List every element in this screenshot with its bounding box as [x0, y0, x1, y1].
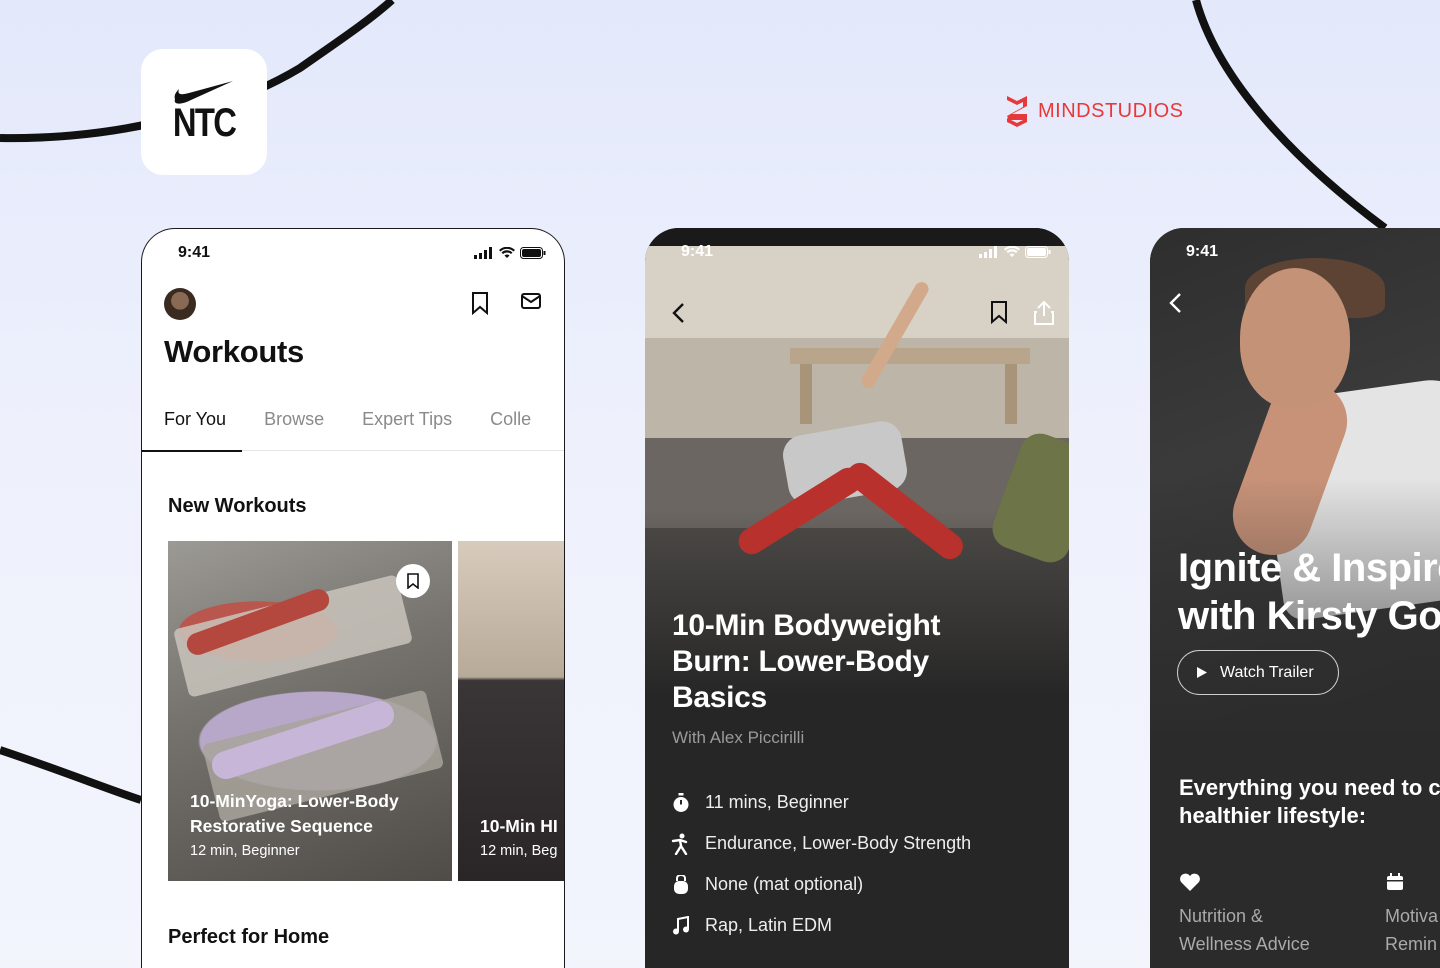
tab-browse[interactable]: Browse	[264, 405, 324, 451]
workout-card[interactable]: 10-MinYoga: Lower-Body Restorative Seque…	[168, 541, 452, 881]
signal-icon	[979, 246, 997, 258]
detail-focus: Endurance, Lower-Body Strength	[670, 823, 971, 864]
top-nav	[671, 300, 1055, 326]
tab-collections[interactable]: Colle	[490, 405, 531, 451]
watch-trailer-button[interactable]: Watch Trailer	[1177, 650, 1339, 695]
status-bar: 9:41	[1186, 243, 1218, 261]
page-title: Workouts	[164, 334, 304, 369]
wifi-icon	[1004, 246, 1020, 257]
detail-text: 11 mins, Beginner	[705, 792, 849, 812]
feature-nutrition: Nutrition & Wellness Advice	[1179, 872, 1310, 958]
battery-icon	[1025, 246, 1051, 258]
heart-icon	[1179, 872, 1310, 898]
ntc-logo-text: NTC	[172, 100, 237, 145]
detail-music: Rap, Latin EDM	[670, 905, 971, 946]
wifi-icon	[499, 247, 515, 258]
section-new-workouts: New Workouts	[168, 495, 307, 517]
tab-bar: For You Browse Expert Tips Colle	[142, 405, 564, 452]
battery-icon	[520, 247, 546, 259]
bookmark-icon	[407, 573, 419, 589]
music-note-icon	[670, 915, 692, 937]
signal-icon	[474, 247, 492, 259]
bookmark-icon[interactable]	[989, 300, 1009, 324]
detail-duration: 11 mins, Beginner	[670, 782, 971, 823]
watch-trailer-label: Watch Trailer	[1220, 663, 1314, 681]
calendar-icon	[1385, 872, 1438, 898]
status-bar: 9:41	[178, 244, 546, 262]
play-icon	[1197, 667, 1207, 678]
section-perfect-for-home: Perfect for Home	[168, 926, 330, 948]
inbox-icon[interactable]	[520, 291, 542, 311]
program-screen: 9:41 Ignite & Inspire with Kirsty Go Wat…	[1150, 228, 1440, 968]
workout-details-list: 11 mins, Beginner Endurance, Lower-Body …	[670, 782, 971, 946]
tab-for-you[interactable]: For You	[142, 405, 243, 452]
mindstudios-mark-icon	[1007, 96, 1027, 127]
card-meta: 12 min, Beginner	[190, 843, 300, 859]
benefits-heading: Everything you need to c healthier lifes…	[1179, 775, 1440, 828]
status-icons	[474, 247, 546, 259]
back-arrow-icon[interactable]	[1168, 292, 1182, 314]
status-time: 9:41	[1186, 243, 1219, 260]
program-title: Ignite & Inspire with Kirsty Go	[1178, 544, 1440, 640]
back-arrow-icon[interactable]	[671, 302, 685, 324]
card-title: 10-MinYoga: Lower-Body Restorative Seque…	[190, 791, 399, 836]
feature-motivation: Motiva Remin	[1385, 872, 1438, 958]
top-actions	[470, 291, 542, 315]
workouts-screen: 9:41 Workouts For You Browse Expert Tips…	[141, 228, 565, 968]
coach-name: With Alex Piccirilli	[672, 728, 805, 747]
card-meta: 12 min, Beg	[480, 843, 558, 859]
bookmark-icon[interactable]	[470, 291, 490, 315]
program-title-line: with Kirsty Go	[1178, 594, 1440, 638]
card-caption: 10-Min HI 12 min, Beg	[480, 814, 564, 859]
avatar[interactable]	[164, 288, 196, 320]
mindstudios-text: MINDSTUDIOS	[1038, 99, 1184, 122]
stopwatch-icon	[670, 792, 692, 814]
mindstudios-logo: MINDSTUDIOS	[1004, 94, 1184, 128]
detail-text: Endurance, Lower-Body Strength	[705, 833, 972, 853]
card-caption: 10-MinYoga: Lower-Body Restorative Seque…	[190, 789, 434, 859]
status-icons	[979, 246, 1051, 258]
card-title: 10-Min HI	[480, 816, 558, 836]
status-bar: 9:41	[681, 243, 1051, 261]
kettlebell-icon	[670, 874, 692, 896]
tab-expert-tips[interactable]: Expert Tips	[362, 405, 452, 451]
detail-text: Rap, Latin EDM	[705, 915, 833, 935]
workout-detail-screen: 9:41 10-Min Bodyweight Burn: Lower-Body …	[645, 228, 1069, 968]
detail-text: None (mat optional)	[705, 874, 864, 894]
program-title-line: Ignite & Inspire	[1178, 546, 1440, 590]
share-icon[interactable]	[1033, 300, 1055, 326]
ntc-app-icon: NTC	[141, 49, 267, 175]
save-workout-button[interactable]	[396, 564, 430, 598]
detail-equipment: None (mat optional)	[670, 864, 971, 905]
status-time: 9:41	[681, 243, 714, 260]
workout-card[interactable]: 10-Min HI 12 min, Beg	[458, 541, 564, 881]
runner-icon	[670, 833, 692, 855]
status-time: 9:41	[178, 244, 211, 261]
workout-title: 10-Min Bodyweight Burn: Lower-Body Basic…	[672, 609, 941, 714]
